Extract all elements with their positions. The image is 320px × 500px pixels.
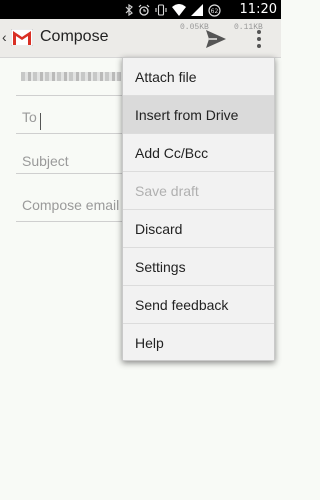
svg-text:62: 62 [211, 8, 219, 15]
menu-item-add-cc-bcc[interactable]: Add Cc/Bcc [123, 134, 274, 172]
from-account-blurred [21, 72, 121, 81]
from-field[interactable] [16, 57, 131, 96]
status-time: 11:20 [239, 2, 277, 17]
signal-icon [191, 4, 203, 16]
vibrate-icon [155, 4, 167, 16]
bluetooth-icon [125, 4, 133, 16]
menu-item-insert-from-drive[interactable]: Insert from Drive [123, 96, 274, 134]
alarm-icon [138, 4, 150, 16]
overflow-menu-icon[interactable] [254, 28, 264, 50]
menu-item-save-draft: Save draft [123, 172, 274, 210]
menu-item-attach-file[interactable]: Attach file [123, 58, 274, 96]
menu-item-settings[interactable]: Settings [123, 248, 274, 286]
back-chevron-icon[interactable]: ‹ [2, 29, 7, 45]
page-title: Compose [40, 28, 109, 45]
status-bar: 62 11:20 [0, 0, 281, 19]
subject-placeholder: Subject [22, 153, 69, 169]
menu-item-help[interactable]: Help [123, 324, 274, 362]
body-field[interactable]: Compose email [16, 173, 131, 222]
text-caret [40, 113, 41, 130]
to-field[interactable]: To [16, 95, 131, 134]
menu-item-discard[interactable]: Discard [123, 210, 274, 248]
to-label: To [22, 109, 37, 125]
battery-icon: 62 [208, 3, 221, 17]
menu-item-send-feedback[interactable]: Send feedback [123, 286, 274, 324]
wifi-icon [172, 4, 186, 16]
subject-field[interactable]: Subject [16, 133, 131, 174]
send-icon[interactable] [205, 29, 227, 49]
overflow-menu: Attach file Insert from Drive Add Cc/Bcc… [122, 57, 275, 361]
gmail-logo-icon[interactable] [11, 29, 33, 46]
status-icons: 62 [125, 3, 221, 17]
body-placeholder: Compose email [22, 197, 120, 213]
